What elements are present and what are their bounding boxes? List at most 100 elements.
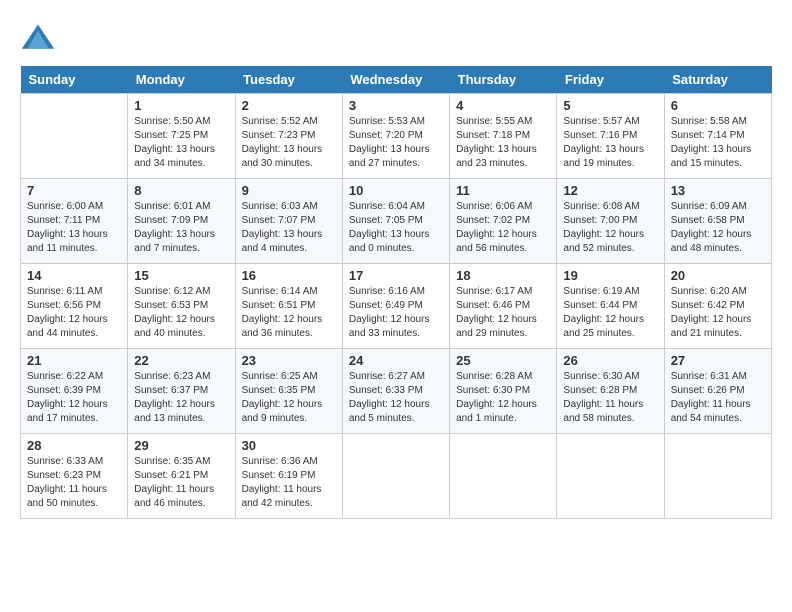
day-number: 7	[27, 183, 121, 198]
day-info: Sunrise: 5:53 AM Sunset: 7:20 PM Dayligh…	[349, 115, 443, 171]
calendar-header-row: SundayMondayTuesdayWednesdayThursdayFrid…	[21, 66, 772, 94]
day-info: Sunrise: 6:28 AM Sunset: 6:30 PM Dayligh…	[456, 370, 550, 426]
calendar-cell: 10 Sunrise: 6:04 AM Sunset: 7:05 PM Dayl…	[342, 179, 449, 264]
day-number: 26	[563, 353, 657, 368]
day-info: Sunrise: 6:16 AM Sunset: 6:49 PM Dayligh…	[349, 285, 443, 341]
calendar-cell: 4 Sunrise: 5:55 AM Sunset: 7:18 PM Dayli…	[450, 94, 557, 179]
calendar-cell: 25 Sunrise: 6:28 AM Sunset: 6:30 PM Dayl…	[450, 349, 557, 434]
day-number: 24	[349, 353, 443, 368]
day-info: Sunrise: 6:12 AM Sunset: 6:53 PM Dayligh…	[134, 285, 228, 341]
calendar-cell: 1 Sunrise: 5:50 AM Sunset: 7:25 PM Dayli…	[128, 94, 235, 179]
day-number: 28	[27, 438, 121, 453]
day-number: 22	[134, 353, 228, 368]
day-info: Sunrise: 6:08 AM Sunset: 7:00 PM Dayligh…	[563, 200, 657, 256]
day-number: 25	[456, 353, 550, 368]
day-number: 13	[671, 183, 765, 198]
calendar-cell: 12 Sunrise: 6:08 AM Sunset: 7:00 PM Dayl…	[557, 179, 664, 264]
day-number: 15	[134, 268, 228, 283]
calendar-week-row: 1 Sunrise: 5:50 AM Sunset: 7:25 PM Dayli…	[21, 94, 772, 179]
calendar-week-row: 21 Sunrise: 6:22 AM Sunset: 6:39 PM Dayl…	[21, 349, 772, 434]
day-info: Sunrise: 6:06 AM Sunset: 7:02 PM Dayligh…	[456, 200, 550, 256]
calendar-cell: 14 Sunrise: 6:11 AM Sunset: 6:56 PM Dayl…	[21, 264, 128, 349]
day-number: 8	[134, 183, 228, 198]
calendar-cell	[450, 434, 557, 519]
day-info: Sunrise: 6:03 AM Sunset: 7:07 PM Dayligh…	[242, 200, 336, 256]
calendar-cell: 2 Sunrise: 5:52 AM Sunset: 7:23 PM Dayli…	[235, 94, 342, 179]
day-info: Sunrise: 5:52 AM Sunset: 7:23 PM Dayligh…	[242, 115, 336, 171]
calendar-cell: 22 Sunrise: 6:23 AM Sunset: 6:37 PM Dayl…	[128, 349, 235, 434]
calendar-cell: 11 Sunrise: 6:06 AM Sunset: 7:02 PM Dayl…	[450, 179, 557, 264]
calendar-cell: 24 Sunrise: 6:27 AM Sunset: 6:33 PM Dayl…	[342, 349, 449, 434]
calendar-cell	[557, 434, 664, 519]
day-info: Sunrise: 6:20 AM Sunset: 6:42 PM Dayligh…	[671, 285, 765, 341]
calendar-cell: 30 Sunrise: 6:36 AM Sunset: 6:19 PM Dayl…	[235, 434, 342, 519]
calendar-cell	[342, 434, 449, 519]
day-info: Sunrise: 6:35 AM Sunset: 6:21 PM Dayligh…	[134, 455, 228, 511]
calendar-week-row: 7 Sunrise: 6:00 AM Sunset: 7:11 PM Dayli…	[21, 179, 772, 264]
day-info: Sunrise: 5:55 AM Sunset: 7:18 PM Dayligh…	[456, 115, 550, 171]
calendar-cell: 8 Sunrise: 6:01 AM Sunset: 7:09 PM Dayli…	[128, 179, 235, 264]
day-header-thursday: Thursday	[450, 66, 557, 94]
day-header-wednesday: Wednesday	[342, 66, 449, 94]
day-number: 3	[349, 98, 443, 113]
calendar-cell: 7 Sunrise: 6:00 AM Sunset: 7:11 PM Dayli…	[21, 179, 128, 264]
page-header	[20, 20, 772, 56]
calendar-cell: 3 Sunrise: 5:53 AM Sunset: 7:20 PM Dayli…	[342, 94, 449, 179]
day-number: 12	[563, 183, 657, 198]
day-number: 17	[349, 268, 443, 283]
day-info: Sunrise: 6:09 AM Sunset: 6:58 PM Dayligh…	[671, 200, 765, 256]
calendar-cell: 23 Sunrise: 6:25 AM Sunset: 6:35 PM Dayl…	[235, 349, 342, 434]
day-info: Sunrise: 6:36 AM Sunset: 6:19 PM Dayligh…	[242, 455, 336, 511]
calendar-cell: 21 Sunrise: 6:22 AM Sunset: 6:39 PM Dayl…	[21, 349, 128, 434]
calendar-cell: 17 Sunrise: 6:16 AM Sunset: 6:49 PM Dayl…	[342, 264, 449, 349]
logo-icon	[20, 20, 56, 56]
day-header-sunday: Sunday	[21, 66, 128, 94]
day-info: Sunrise: 5:58 AM Sunset: 7:14 PM Dayligh…	[671, 115, 765, 171]
calendar-cell: 6 Sunrise: 5:58 AM Sunset: 7:14 PM Dayli…	[664, 94, 771, 179]
day-header-monday: Monday	[128, 66, 235, 94]
day-info: Sunrise: 6:33 AM Sunset: 6:23 PM Dayligh…	[27, 455, 121, 511]
day-number: 21	[27, 353, 121, 368]
day-number: 10	[349, 183, 443, 198]
day-info: Sunrise: 6:01 AM Sunset: 7:09 PM Dayligh…	[134, 200, 228, 256]
day-header-tuesday: Tuesday	[235, 66, 342, 94]
day-number: 29	[134, 438, 228, 453]
day-number: 23	[242, 353, 336, 368]
day-number: 27	[671, 353, 765, 368]
day-number: 2	[242, 98, 336, 113]
day-number: 9	[242, 183, 336, 198]
day-number: 11	[456, 183, 550, 198]
day-number: 6	[671, 98, 765, 113]
day-number: 4	[456, 98, 550, 113]
day-number: 30	[242, 438, 336, 453]
calendar-cell: 19 Sunrise: 6:19 AM Sunset: 6:44 PM Dayl…	[557, 264, 664, 349]
day-number: 14	[27, 268, 121, 283]
calendar-cell: 15 Sunrise: 6:12 AM Sunset: 6:53 PM Dayl…	[128, 264, 235, 349]
calendar-cell: 16 Sunrise: 6:14 AM Sunset: 6:51 PM Dayl…	[235, 264, 342, 349]
calendar-cell: 27 Sunrise: 6:31 AM Sunset: 6:26 PM Dayl…	[664, 349, 771, 434]
day-info: Sunrise: 6:04 AM Sunset: 7:05 PM Dayligh…	[349, 200, 443, 256]
calendar-table: SundayMondayTuesdayWednesdayThursdayFrid…	[20, 66, 772, 519]
day-info: Sunrise: 6:30 AM Sunset: 6:28 PM Dayligh…	[563, 370, 657, 426]
day-info: Sunrise: 6:19 AM Sunset: 6:44 PM Dayligh…	[563, 285, 657, 341]
day-info: Sunrise: 6:00 AM Sunset: 7:11 PM Dayligh…	[27, 200, 121, 256]
calendar-cell	[664, 434, 771, 519]
calendar-cell: 9 Sunrise: 6:03 AM Sunset: 7:07 PM Dayli…	[235, 179, 342, 264]
calendar-cell: 13 Sunrise: 6:09 AM Sunset: 6:58 PM Dayl…	[664, 179, 771, 264]
calendar-cell: 20 Sunrise: 6:20 AM Sunset: 6:42 PM Dayl…	[664, 264, 771, 349]
day-info: Sunrise: 5:50 AM Sunset: 7:25 PM Dayligh…	[134, 115, 228, 171]
calendar-cell: 5 Sunrise: 5:57 AM Sunset: 7:16 PM Dayli…	[557, 94, 664, 179]
calendar-week-row: 28 Sunrise: 6:33 AM Sunset: 6:23 PM Dayl…	[21, 434, 772, 519]
day-number: 16	[242, 268, 336, 283]
day-number: 1	[134, 98, 228, 113]
calendar-cell: 26 Sunrise: 6:30 AM Sunset: 6:28 PM Dayl…	[557, 349, 664, 434]
day-info: Sunrise: 6:31 AM Sunset: 6:26 PM Dayligh…	[671, 370, 765, 426]
calendar-cell: 29 Sunrise: 6:35 AM Sunset: 6:21 PM Dayl…	[128, 434, 235, 519]
day-info: Sunrise: 6:27 AM Sunset: 6:33 PM Dayligh…	[349, 370, 443, 426]
calendar-cell: 18 Sunrise: 6:17 AM Sunset: 6:46 PM Dayl…	[450, 264, 557, 349]
calendar-cell: 28 Sunrise: 6:33 AM Sunset: 6:23 PM Dayl…	[21, 434, 128, 519]
day-info: Sunrise: 6:23 AM Sunset: 6:37 PM Dayligh…	[134, 370, 228, 426]
day-number: 20	[671, 268, 765, 283]
day-number: 19	[563, 268, 657, 283]
day-header-friday: Friday	[557, 66, 664, 94]
